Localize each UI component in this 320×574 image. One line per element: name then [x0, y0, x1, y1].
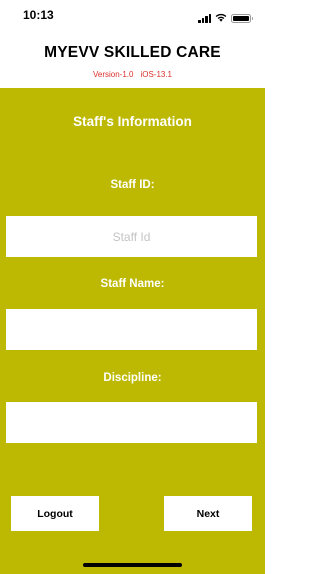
form-title: Staff's Information	[73, 114, 192, 129]
discipline-label: Discipline:	[103, 372, 162, 384]
next-button[interactable]: Next	[164, 496, 252, 531]
wifi-icon	[215, 9, 227, 27]
home-indicator[interactable]	[83, 563, 182, 567]
version-info: Version-1.0 iOS-13.1	[0, 70, 265, 79]
status-icons	[198, 9, 253, 27]
discipline-input[interactable]	[6, 402, 257, 443]
app-title: MYEVV SKILLED CARE	[44, 44, 221, 61]
battery-icon	[231, 13, 253, 23]
app-version: Version-1.0	[92, 70, 134, 79]
staff-id-label: Staff ID:	[110, 179, 155, 191]
staff-name-label: Staff Name:	[100, 278, 165, 290]
status-bar: 10:13	[0, 0, 265, 28]
staff-id-input[interactable]	[6, 216, 257, 257]
staff-info-panel: Staff's Information Staff ID: Staff Name…	[0, 88, 265, 574]
app-screen: 10:13 MYEVV SKILLED CARE Version-1.0 iOS-…	[0, 0, 265, 574]
signal-icon	[198, 13, 211, 23]
status-time: 10:13	[23, 8, 54, 22]
os-version: iOS-13.1	[140, 70, 173, 79]
logout-button[interactable]: Logout	[11, 496, 99, 531]
staff-name-input[interactable]	[6, 309, 257, 350]
